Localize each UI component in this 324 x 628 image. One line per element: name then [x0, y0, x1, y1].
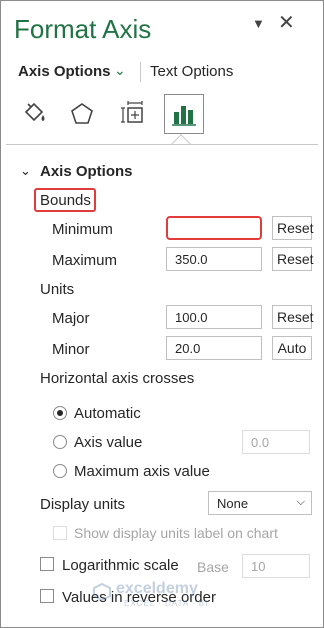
major-input[interactable]: 100.0 — [166, 305, 262, 329]
tab-axis-options[interactable]: Axis Options — [18, 63, 111, 80]
show-display-units-label: Show display units label on chart — [74, 525, 278, 541]
minor-auto-button[interactable]: Auto — [272, 336, 312, 360]
axis-value-radio[interactable] — [53, 435, 67, 449]
display-units-value: None — [217, 496, 249, 511]
close-icon[interactable]: ✕ — [278, 10, 295, 35]
display-units-label: Display units — [40, 496, 126, 513]
size-properties-icon[interactable] — [116, 96, 152, 132]
horizontal-axis-crosses-label: Horizontal axis crosses — [40, 370, 195, 387]
reverse-order-checkbox[interactable] — [40, 589, 54, 603]
collapse-chevron-icon[interactable]: ⌄ — [20, 163, 31, 179]
base-input[interactable]: 10 — [242, 554, 310, 578]
maximum-reset-button[interactable]: Reset — [272, 247, 314, 271]
watermark-name: exceldemy — [116, 580, 198, 597]
fill-line-icon[interactable] — [16, 96, 52, 132]
panel-divider — [6, 144, 318, 145]
minor-input[interactable]: 20.0 — [166, 336, 262, 360]
axis-options-icon[interactable] — [164, 94, 204, 134]
exceldemy-watermark: exceldemy EXCEL · DATA · BI — [90, 580, 240, 610]
tab-divider — [140, 62, 141, 82]
exceldemy-logo-icon — [93, 582, 111, 602]
section-axis-options-title[interactable]: Axis Options — [40, 163, 133, 180]
logarithmic-scale-checkbox[interactable] — [40, 557, 54, 571]
tab-text-options[interactable]: Text Options — [150, 63, 233, 80]
minimum-input[interactable] — [166, 216, 262, 240]
bounds-label: Bounds — [40, 192, 91, 209]
automatic-label[interactable]: Automatic — [74, 405, 141, 422]
watermark-tagline: EXCEL · DATA · BI — [124, 599, 209, 608]
display-units-select[interactable]: None ⌵ — [208, 491, 312, 515]
pane-title: Format Axis — [14, 14, 152, 44]
maximum-axis-value-label[interactable]: Maximum axis value — [74, 463, 210, 480]
base-label: Base — [197, 559, 229, 575]
maximum-axis-value-radio[interactable] — [53, 464, 67, 478]
minimum-reset-button[interactable]: Reset — [272, 216, 314, 240]
pane-options-chevron-icon[interactable]: ▼ — [252, 16, 265, 31]
axis-value-label[interactable]: Axis value — [74, 434, 142, 451]
maximum-label: Maximum — [52, 252, 118, 269]
chevron-down-icon[interactable]: ⌄ — [114, 62, 126, 79]
units-label: Units — [40, 281, 75, 298]
major-reset-button[interactable]: Reset — [272, 305, 314, 329]
effects-icon[interactable] — [64, 96, 100, 132]
show-display-units-checkbox[interactable] — [53, 526, 67, 540]
minor-label: Minor — [52, 341, 90, 358]
logarithmic-scale-label[interactable]: Logarithmic scale — [62, 557, 179, 574]
maximum-input[interactable]: 350.0 — [166, 247, 262, 271]
chevron-down-icon: ⌵ — [296, 496, 305, 508]
minimum-label: Minimum — [52, 221, 113, 238]
axis-value-input[interactable]: 0.0 — [242, 430, 310, 454]
major-label: Major — [52, 310, 90, 327]
automatic-radio[interactable] — [53, 406, 67, 420]
